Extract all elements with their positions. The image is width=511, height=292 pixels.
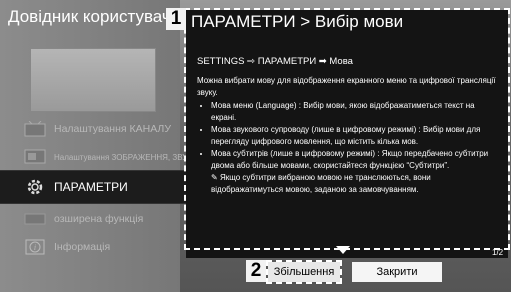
note-icon: ✎ — [211, 173, 218, 182]
note: ✎ Якщо субтитри вибраною мовою не трансл… — [197, 172, 497, 195]
menu-item-parameters[interactable]: ПАРАМЕТРИ — [0, 170, 200, 204]
note-text: Якщо субтитри вибраною мовою не транслюю… — [211, 173, 431, 194]
intro-text: Можна вибрати мову для відображення екра… — [197, 76, 496, 97]
menu-item-picture-sound[interactable]: Налаштування ЗОБРАЖЕННЯ, ЗВУКУ — [0, 142, 197, 172]
scroll-down-icon[interactable] — [336, 246, 350, 254]
menu-item-channel-settings[interactable]: Налаштування КАНАЛУ — [0, 114, 190, 144]
page-indicator: 1/2 — [492, 248, 504, 257]
gear-icon — [24, 178, 46, 196]
menu-label: ПАРАМЕТРИ — [54, 180, 128, 194]
menu-item-information[interactable]: i Інформація — [0, 232, 190, 262]
breadcrumb: SETTINGS ⇨ ПАРАМЕТРИ ➡ Мова — [197, 56, 353, 67]
list-item: Мова меню (Language) : Вибір мови, якою … — [211, 100, 497, 123]
menu-label: Налаштування ЗОБРАЖЕННЯ, ЗВУКУ — [54, 152, 198, 162]
tv-screen: Довідник користувача Налаштування КАНАЛУ… — [0, 0, 511, 292]
extended-function-icon — [24, 210, 46, 228]
tv-picture-icon — [24, 148, 46, 166]
close-button[interactable]: Закрити — [352, 262, 442, 282]
list-item: Мова звукового супроводу (лише в цифрово… — [211, 124, 497, 147]
menu-label: Налаштування КАНАЛУ — [54, 123, 171, 135]
tv-antenna-icon — [24, 120, 46, 138]
menu-item-extended-function[interactable]: озширена функція — [0, 204, 190, 234]
info-icon: i — [24, 238, 46, 256]
dialog-content: SETTINGS ⇨ ПАРАМЕТРИ ➡ Мова Можна вибрат… — [197, 56, 497, 195]
preview-thumbnail — [30, 48, 156, 112]
svg-text:i: i — [34, 243, 36, 252]
dialog-title: ПАРАМЕТРИ > Вибір мови — [191, 12, 404, 31]
manual-title: Довідник користувача — [8, 7, 181, 26]
options-list: Мова меню (Language) : Вибір мови, якою … — [197, 100, 497, 171]
callout-badge-2: 2 — [246, 260, 266, 282]
zoom-focus-outline — [266, 260, 342, 284]
callout-badge-1: 1 — [166, 8, 186, 30]
menu-label: Інформація — [54, 241, 111, 253]
list-item: Мова субтитрів (лише в цифровому режимі)… — [211, 148, 497, 171]
menu-label: озширена функція — [54, 213, 144, 225]
